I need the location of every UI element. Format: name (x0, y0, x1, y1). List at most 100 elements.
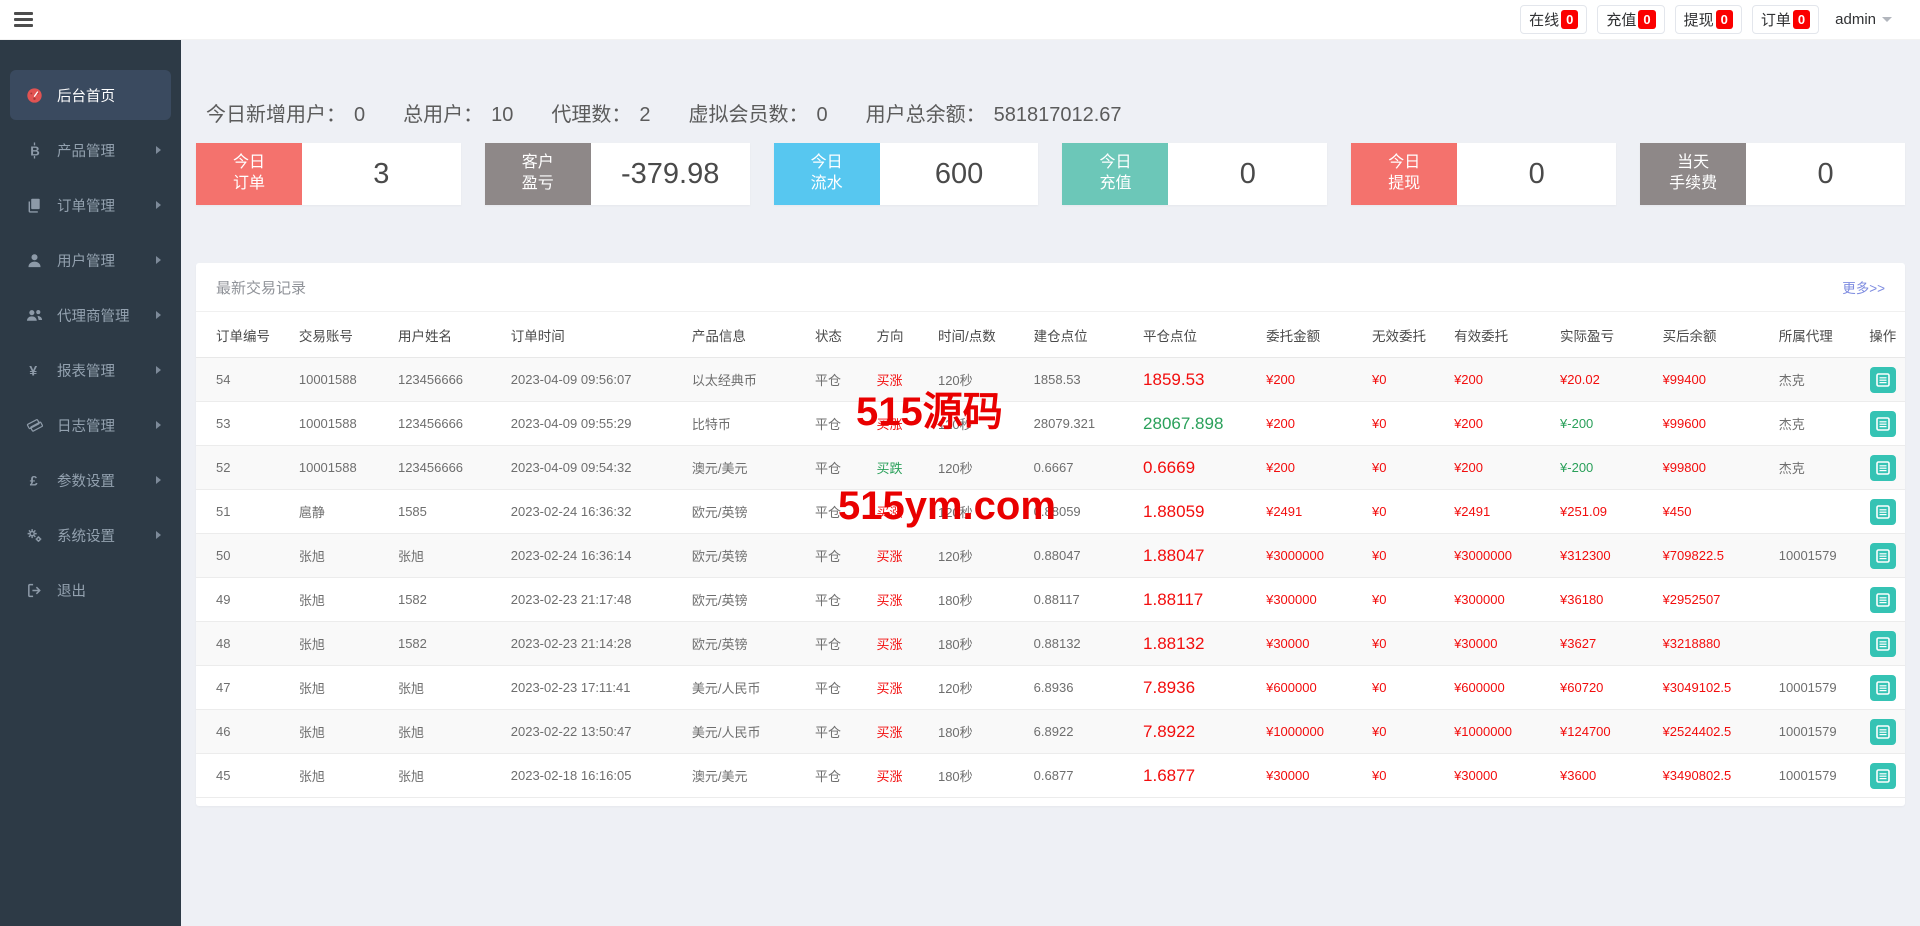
sidebar-item-orders[interactable]: 订单管理 (10, 180, 171, 230)
row-detail-button[interactable] (1869, 586, 1896, 613)
list-icon (1875, 504, 1890, 519)
yen-icon: ¥ (24, 362, 44, 378)
row-detail-button[interactable] (1869, 542, 1896, 569)
main-content: 今日新增用户： 0 总用户： 10 代理数： 2 虚拟会员数： 0 用户总余额： 5818… (181, 40, 1920, 926)
cell-direction: 买涨 (862, 489, 924, 534)
sidebar-item-products[interactable]: B 产品管理 (10, 125, 171, 175)
cell-order-time: 2023-02-23 21:17:48 (496, 577, 678, 622)
cell-user-name: 1582 (383, 577, 497, 622)
cell-agent (1764, 621, 1861, 666)
col-header-time-points: 时间/点数 (923, 311, 1020, 358)
cell-status: 平仓 (800, 533, 863, 578)
summary-cards: 今日 订单 3 客户 盈亏 -379.98 今日 流水 600 今日 充值 0 今日 提现… (196, 143, 1905, 205)
cell-direction: 买涨 (862, 577, 924, 622)
user-menu[interactable]: admin (1829, 8, 1898, 31)
svg-text:¥: ¥ (29, 363, 37, 378)
cell-time-points: 180秒 (923, 577, 1020, 622)
cell-product-info: 欧元/英镑 (677, 577, 801, 622)
cell-operation (1860, 621, 1905, 666)
cell-trade-account: 张旭 (284, 621, 384, 666)
list-icon (1875, 548, 1890, 563)
row-detail-button[interactable] (1869, 762, 1896, 789)
cell-direction: 买涨 (862, 357, 924, 402)
cell-open-point: 6.8922 (1019, 709, 1130, 754)
cell-trade-account: 10001588 (284, 357, 384, 402)
list-icon (1875, 680, 1890, 695)
row-detail-button[interactable] (1869, 674, 1896, 701)
cell-operation (1860, 577, 1905, 622)
row-detail-button[interactable] (1869, 366, 1896, 393)
row-detail-button[interactable] (1869, 498, 1896, 525)
cell-user-name: 1582 (383, 621, 497, 666)
col-header-actual-profit: 实际盈亏 (1546, 311, 1649, 358)
cell-trade-account: 张旭 (284, 533, 384, 578)
cell-valid-entrust: ¥200 (1440, 401, 1547, 446)
col-header-status: 状态 (800, 311, 863, 358)
chevron-right-icon (156, 366, 161, 374)
topbar: 在线 0 充值 0 提现 0 订单 0 admin (0, 0, 1920, 40)
cell-order-id: 49 (196, 577, 285, 622)
cell-invalid-entrust: ¥0 (1358, 577, 1441, 622)
cell-order-time: 2023-02-24 16:36:14 (496, 533, 678, 578)
row-detail-button[interactable] (1869, 454, 1896, 481)
cell-entrust-amount: ¥200 (1252, 357, 1359, 402)
sidebar-item-logout[interactable]: 退出 (10, 565, 171, 615)
col-header-entrust-amount: 委托金额 (1252, 311, 1359, 358)
chevron-right-icon (156, 256, 161, 264)
card-today-withdraw: 今日 提现 0 (1351, 143, 1617, 205)
table-row: 50 张旭 张旭 2023-02-24 16:36:14 欧元/英镑 平仓 买涨 120秒 0.… (196, 533, 1905, 578)
cell-entrust-amount: ¥200 (1252, 401, 1359, 446)
cell-close-point: 28067.898 (1129, 401, 1253, 446)
cell-trade-account: 张旭 (284, 753, 384, 798)
cell-status: 平仓 (800, 621, 863, 666)
card-today-flow: 今日 流水 600 (773, 143, 1039, 205)
cell-close-point: 1.88117 (1129, 577, 1253, 622)
cell-valid-entrust: ¥600000 (1440, 665, 1547, 710)
list-icon (1875, 416, 1890, 431)
cell-valid-entrust: ¥300000 (1440, 577, 1547, 622)
cell-time-points: 180秒 (923, 753, 1020, 798)
sidebar-item-reports[interactable]: ¥ 报表管理 (10, 345, 171, 395)
cell-entrust-amount: ¥300000 (1252, 577, 1359, 622)
sidebar-item-agents[interactable]: 代理商管理 (10, 290, 171, 340)
sidebar-item-params[interactable]: £ 参数设置 (10, 455, 171, 505)
cell-open-point: 28079.321 (1019, 401, 1130, 446)
recharge-counter[interactable]: 充值 0 (1597, 5, 1665, 34)
cell-actual-profit: ¥312300 (1546, 533, 1649, 578)
cell-order-id: 46 (196, 709, 285, 754)
cell-status: 平仓 (800, 357, 863, 402)
card-today-orders: 今日 订单 3 (196, 143, 461, 205)
cell-product-info: 欧元/英镑 (677, 533, 801, 578)
cell-after-balance: ¥99600 (1648, 401, 1765, 446)
sidebar-item-users[interactable]: 用户管理 (10, 235, 171, 285)
withdraw-counter[interactable]: 提现 0 (1674, 5, 1742, 34)
row-detail-button[interactable] (1869, 630, 1896, 657)
more-link[interactable]: 更多>> (1842, 277, 1885, 297)
cell-trade-account: 10001588 (284, 401, 384, 446)
col-header-agent: 所属代理 (1764, 311, 1861, 358)
sidebar-item-logs[interactable]: 日志管理 (10, 400, 171, 450)
order-counter[interactable]: 订单 0 (1751, 5, 1820, 34)
table-row: 49 张旭 1582 2023-02-23 21:17:48 欧元/英镑 平仓 买涨 180秒… (196, 577, 1905, 622)
cell-entrust-amount: ¥3000000 (1252, 533, 1359, 578)
menu-toggle-button[interactable] (14, 7, 40, 33)
cell-after-balance: ¥99400 (1648, 357, 1765, 402)
row-detail-button[interactable] (1869, 718, 1896, 745)
cell-time-points: 180秒 (923, 709, 1020, 754)
sidebar-item-home[interactable]: 后台首页 (10, 70, 171, 120)
cell-order-id: 45 (196, 753, 285, 798)
cell-time-points: 120秒 (923, 357, 1020, 402)
cell-operation (1860, 357, 1905, 402)
chevron-right-icon (156, 201, 161, 209)
gears-icon (24, 527, 44, 544)
cell-valid-entrust: ¥200 (1440, 445, 1547, 490)
cell-actual-profit: ¥251.09 (1546, 489, 1649, 534)
cell-entrust-amount: ¥2491 (1252, 489, 1359, 534)
cell-actual-profit: ¥20.02 (1546, 357, 1649, 402)
online-counter[interactable]: 在线 0 (1520, 5, 1588, 34)
stat-new-users: 今日新增用户： 0 (206, 104, 366, 126)
cell-valid-entrust: ¥3000000 (1440, 533, 1547, 578)
sidebar-item-system[interactable]: 系统设置 (10, 510, 171, 560)
cell-user-name: 张旭 (383, 753, 497, 798)
row-detail-button[interactable] (1869, 410, 1896, 437)
